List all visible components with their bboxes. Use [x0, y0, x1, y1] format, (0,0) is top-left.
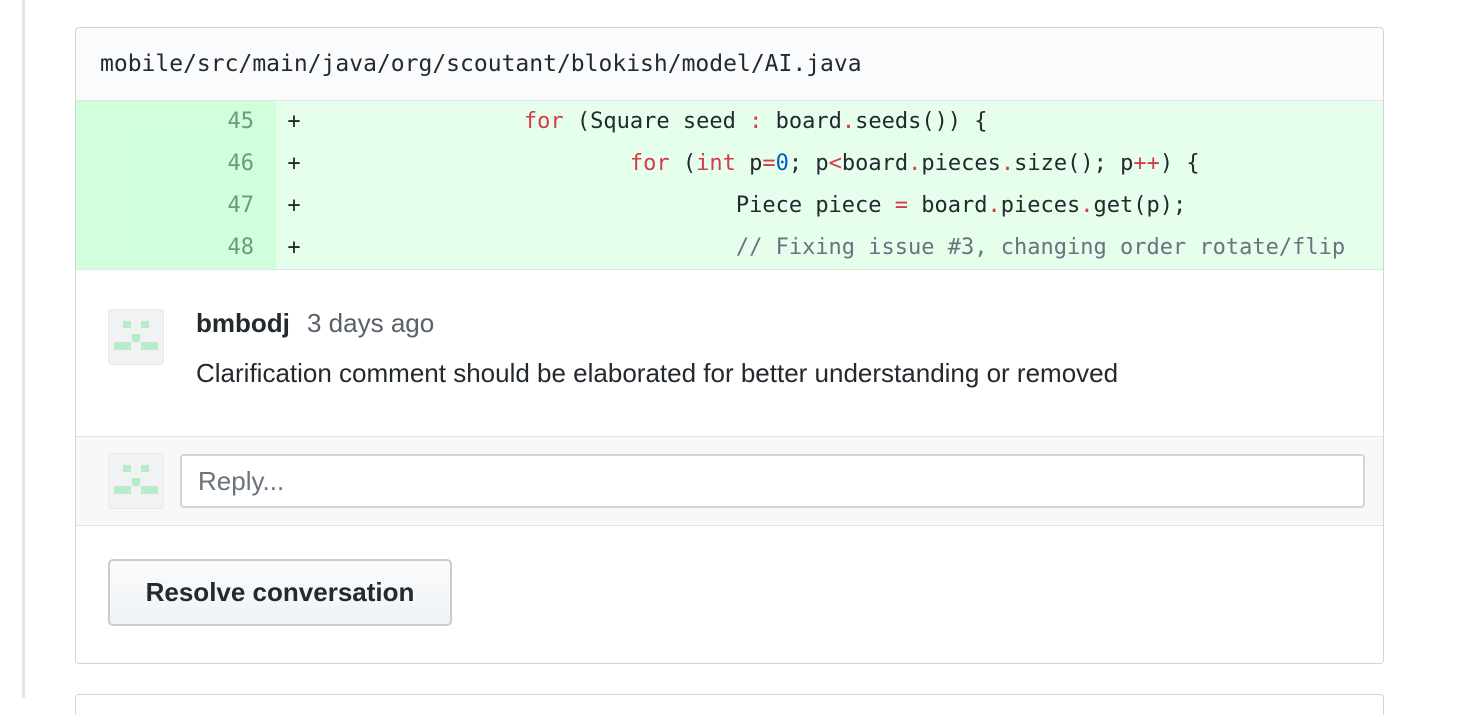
code-token: seeds()) {: [855, 109, 988, 134]
code-token: board: [762, 109, 842, 134]
code-keyword: for: [629, 151, 670, 176]
timeline-line: [22, 0, 25, 698]
next-thread-card: [75, 694, 1384, 715]
line-number[interactable]: 45: [76, 101, 276, 143]
code-token: (Square seed: [563, 109, 750, 134]
code-token: ; p: [788, 151, 829, 176]
identicon-icon: [114, 321, 158, 350]
code-keyword: .: [987, 193, 1001, 218]
added-marker: +: [287, 235, 301, 260]
code-keyword: .: [1000, 151, 1015, 176]
thread-actions: Resolve conversation: [76, 526, 1383, 658]
added-marker: +: [287, 193, 301, 218]
code-token: board: [841, 151, 909, 176]
code-token: pieces: [921, 151, 1001, 176]
code-keyword: .: [1080, 193, 1094, 218]
code-keyword: int: [696, 151, 736, 176]
code-token: pieces: [1000, 193, 1081, 218]
avatar[interactable]: [108, 309, 164, 365]
line-number[interactable]: 48: [76, 227, 276, 269]
diff-hunk: 45 + for (Square seed : board.seeds()) {…: [76, 101, 1383, 270]
code-keyword: for: [523, 109, 564, 134]
review-comment: bmbodj 3 days ago Clarification comment …: [76, 270, 1383, 437]
code-token: get(p);: [1093, 193, 1187, 218]
comment-timestamp[interactable]: 3 days ago: [307, 308, 434, 339]
added-marker: +: [287, 151, 301, 176]
reply-area: [76, 437, 1383, 526]
line-number[interactable]: 47: [76, 185, 276, 227]
resolve-conversation-button[interactable]: Resolve conversation: [108, 559, 452, 626]
code-number: 0: [775, 151, 789, 176]
code-line: // Fixing issue #3, changing order rotat…: [312, 227, 1345, 269]
added-marker: +: [287, 109, 301, 134]
code-token: size(); p: [1014, 151, 1134, 176]
identicon-icon: [114, 465, 158, 494]
code-line: for (int p=0; p<board.pieces.size(); p++…: [312, 143, 1200, 185]
code-keyword: .: [908, 151, 922, 176]
code-keyword: :: [749, 109, 763, 134]
avatar: [108, 453, 164, 509]
code-keyword: .: [841, 109, 856, 134]
review-thread: mobile/src/main/java/org/scoutant/blokis…: [75, 27, 1384, 664]
diff-line: 45 + for (Square seed : board.seeds()) {: [76, 101, 1383, 143]
diff-line: 48 + // Fixing issue #3, changing order …: [76, 227, 1383, 269]
file-path[interactable]: mobile/src/main/java/org/scoutant/blokis…: [100, 51, 862, 77]
comment-body: Clarification comment should be elaborat…: [196, 358, 1119, 388]
diff-line: 47 + Piece piece = board.pieces.get(p);: [76, 185, 1383, 227]
file-path-header: mobile/src/main/java/org/scoutant/blokis…: [76, 28, 1383, 101]
code-token: p: [735, 151, 763, 176]
code-token: Piece piece: [735, 193, 895, 218]
code-line: for (Square seed : board.seeds()) {: [312, 101, 988, 143]
code-keyword: =: [762, 151, 776, 176]
code-line: Piece piece = board.pieces.get(p);: [312, 185, 1186, 227]
code-keyword: =: [894, 193, 909, 218]
diff-line: 46 + for (int p=0; p<board.pieces.size()…: [76, 143, 1383, 185]
code-token: board: [908, 193, 988, 218]
reply-input[interactable]: [180, 454, 1365, 508]
comment-author[interactable]: bmbodj: [196, 308, 290, 339]
line-number[interactable]: 46: [76, 143, 276, 185]
code-token: (: [669, 151, 697, 176]
code-comment: // Fixing issue #3, changing order rotat…: [735, 235, 1346, 260]
code-keyword: ++: [1133, 151, 1160, 176]
code-keyword: <: [828, 151, 842, 176]
code-token: ) {: [1159, 151, 1200, 176]
